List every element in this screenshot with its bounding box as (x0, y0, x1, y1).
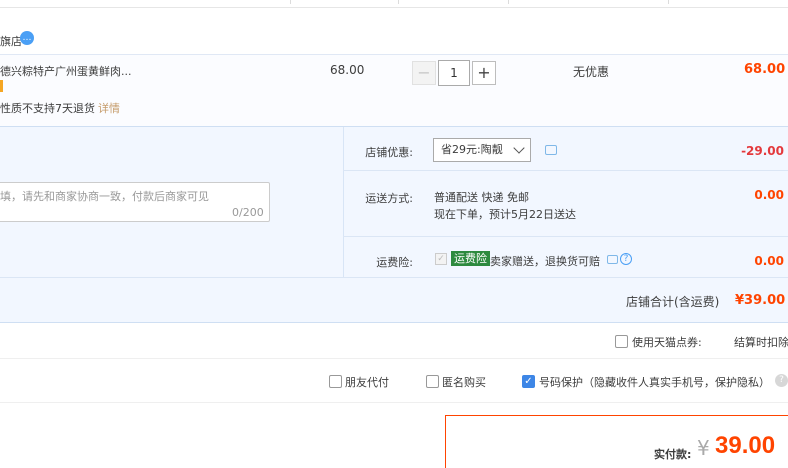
shop-total-value: ¥39.00 (735, 293, 786, 308)
row-divider (0, 402, 788, 403)
panel-divider (343, 170, 788, 171)
anonymous-label[interactable]: 匿名购买 (442, 374, 486, 390)
payment-label: 实付款: (654, 448, 692, 461)
message-char-counter: 0/200 (232, 206, 264, 219)
return-note-text: 性质不支持7天退货 (0, 102, 95, 115)
payment-total: 39.00 (715, 432, 776, 459)
panel-divider (0, 277, 788, 278)
tmall-points-label[interactable]: 使用天猫点券: (632, 334, 702, 350)
unit-price: 68.00 (330, 63, 365, 77)
item-subtotal: 68.00 (744, 62, 786, 77)
quantity-decrease-button[interactable]: − (412, 61, 436, 85)
discount-selected-value: 省29元:陶靓 (441, 143, 503, 156)
panel-divider (343, 236, 788, 237)
shop-name[interactable]: 旗店 (0, 33, 22, 49)
details-link[interactable]: 详情 (98, 102, 120, 115)
chat-bubble-icon[interactable]: … (20, 31, 34, 45)
buyer-message-placeholder: 填，请先和商家协商一致，付款后商家可见 (0, 190, 209, 203)
currency-symbol: ¥ (697, 436, 710, 460)
help-icon[interactable]: ? (775, 374, 788, 387)
chat-icon[interactable] (607, 255, 618, 264)
header-divider (398, 0, 399, 4)
friend-pay-checkbox[interactable] (329, 375, 342, 388)
friend-pay-label[interactable]: 朋友代付 (345, 374, 389, 390)
discount-select[interactable]: 省29元:陶靓 (433, 138, 531, 162)
help-icon[interactable]: ? (620, 253, 632, 265)
item-title[interactable]: 德兴粽特产广州蛋黄鲜肉... (0, 63, 132, 79)
shipping-method: 普通配送 快递 免邮 (434, 191, 529, 204)
phone-protect-checkbox[interactable]: ✓ (522, 375, 535, 388)
discount-label: 店铺优惠: (365, 146, 413, 159)
insurance-checkbox: ✓ (435, 253, 447, 265)
chat-icon[interactable] (545, 145, 557, 155)
delivery-estimate: 现在下单，预计5月22日送达 (434, 208, 576, 221)
discount-amount: -29.00 (741, 144, 784, 158)
shipping-amount: 0.00 (754, 188, 784, 202)
item-promo: 无优惠 (573, 65, 610, 79)
chevron-down-icon (513, 142, 525, 154)
shop-total-label: 店铺合计(含运费) (626, 295, 720, 309)
table-header (0, 0, 788, 8)
insurance-badge: 运费险 (451, 251, 490, 266)
insurance-text: 卖家赠送，退换货可赔 (490, 255, 600, 268)
anonymous-checkbox[interactable] (426, 375, 439, 388)
shipping-label: 运送方式: (365, 192, 413, 205)
tmall-points-checkbox[interactable] (615, 335, 628, 348)
insurance-amount: 0.00 (754, 254, 784, 268)
insurance-label: 运费险: (376, 256, 413, 269)
item-tag-icon (0, 80, 3, 92)
row-divider (0, 358, 788, 359)
quantity-increase-button[interactable]: + (472, 61, 496, 85)
header-divider (508, 0, 509, 4)
item-return-note: 性质不支持7天退货 详情 (0, 100, 120, 116)
tmall-points-note: 结算时扣除 (734, 336, 788, 349)
quantity-input[interactable]: 1 (438, 60, 470, 86)
header-divider (668, 0, 669, 4)
phone-protect-label[interactable]: 号码保护（隐藏收件人真实手机号，保护隐私） (539, 374, 770, 390)
header-divider (290, 0, 291, 4)
